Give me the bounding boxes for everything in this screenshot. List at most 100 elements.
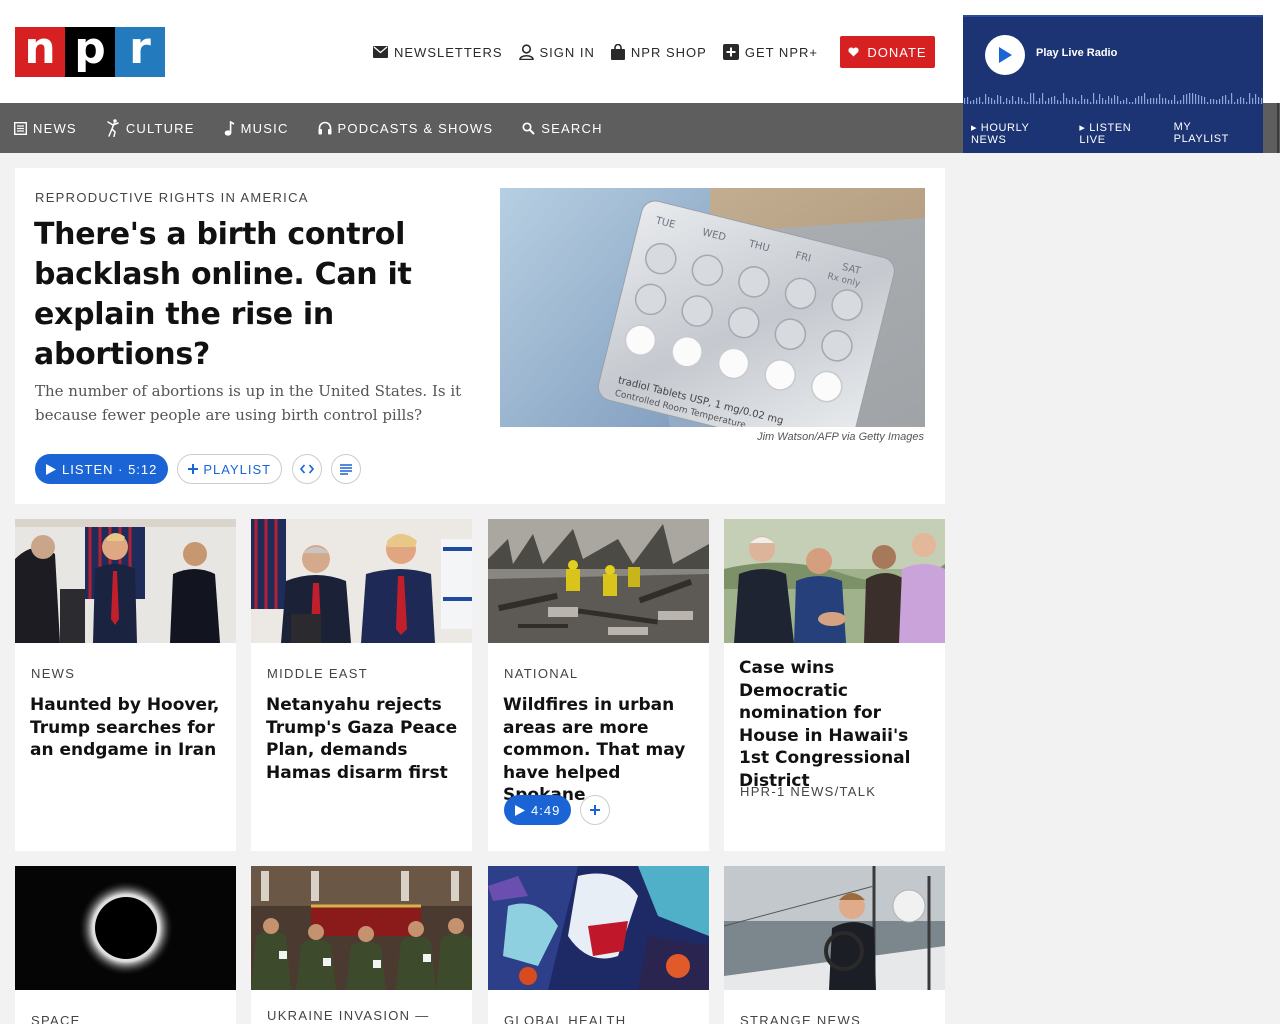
waveform-bar: [1228, 100, 1230, 104]
birth-control-pill-pack-image: TUE WED THU FRI SAT Rx only tradiol Tabl…: [500, 188, 925, 427]
embed-button[interactable]: [292, 454, 323, 484]
waveform-bar: [1087, 99, 1089, 104]
story-card: NEWS Haunted by Hoover, Trump searches f…: [15, 519, 236, 851]
story-card-image[interactable]: [251, 866, 472, 990]
nav-label-news: NEWS: [33, 120, 77, 136]
story-slug[interactable]: REPRODUCTIVE RIGHTS IN AMERICA: [35, 190, 309, 205]
waveform-bar: [1138, 96, 1140, 104]
waveform-bar: [994, 100, 996, 104]
add-to-playlist-button[interactable]: PLAYLIST: [177, 454, 283, 484]
story-card-slug[interactable]: SPACE: [31, 1013, 81, 1024]
npr-shop-link[interactable]: NPR SHOP: [610, 44, 707, 60]
story-card-slug[interactable]: NATIONAL: [504, 666, 578, 681]
waveform-bar: [1249, 93, 1251, 104]
story-card-image[interactable]: [724, 519, 945, 643]
logo-letter-r: r: [115, 27, 165, 77]
sign-in-label: SIGN IN: [539, 44, 595, 60]
nav-item-search[interactable]: SEARCH: [522, 121, 602, 136]
waveform-bar: [1186, 94, 1188, 104]
story-card-slug[interactable]: NEWS: [31, 666, 75, 681]
waveform-bar: [1021, 98, 1023, 104]
my-playlist-link[interactable]: MY PLAYLIST: [1174, 121, 1253, 146]
waveform-bar: [976, 98, 978, 104]
story-card: NATIONAL Wildfires in urban areas are mo…: [488, 519, 709, 851]
waveform-bar: [1036, 101, 1038, 104]
waveform-bar: [1000, 96, 1002, 104]
waveform-bar: [970, 101, 972, 104]
story-card-slug[interactable]: STRANGE NEWS: [740, 1013, 861, 1024]
story-card-image[interactable]: [15, 519, 236, 643]
my-playlist-label: MY PLAYLIST: [1173, 121, 1229, 145]
waveform-bar: [1150, 98, 1152, 104]
story-card-image[interactable]: [488, 519, 709, 643]
waveform-bar: [1237, 99, 1239, 104]
listen-live-link[interactable]: ▸ LISTEN LIVE: [1079, 121, 1163, 146]
sailboat-image: [724, 866, 945, 990]
story-headline[interactable]: There's a birth control backlash online.…: [34, 215, 454, 375]
waveform-bar: [1165, 98, 1167, 104]
abstract-painting-image: [488, 866, 709, 990]
story-card-image[interactable]: [724, 866, 945, 990]
waveform-bar: [1006, 98, 1008, 104]
transcript-button[interactable]: [331, 454, 362, 484]
nav-item-news[interactable]: NEWS: [14, 121, 77, 136]
add-to-playlist-button[interactable]: [580, 795, 611, 825]
story-card-headline[interactable]: Netanyahu rejects Trump's Gaza Peace Pla…: [266, 694, 461, 784]
story-card-image[interactable]: [15, 866, 236, 990]
waveform-bar: [1132, 102, 1134, 104]
utility-links: NEWSLETTERS SIGN IN NPR SHOP GET NPR+: [373, 42, 834, 62]
story-card: Case wins Democratic nomination for Hous…: [724, 519, 945, 851]
story-actions: LISTEN · 5:12 PLAYLIST: [35, 454, 370, 484]
story-card-slug[interactable]: GLOBAL HEALTH: [504, 1013, 626, 1024]
npr-logo[interactable]: n p r: [15, 27, 165, 77]
nav-label-culture: CULTURE: [125, 120, 195, 136]
waveform-bar: [1027, 102, 1029, 104]
story-image[interactable]: TUE WED THU FRI SAT Rx only tradiol Tabl…: [500, 188, 925, 427]
story-card-source[interactable]: HPR-1 NEWS/TALK: [740, 784, 876, 799]
waveform-bar: [1009, 100, 1011, 104]
waveform-bar: [1159, 94, 1161, 104]
get-npr-plus-label: GET NPR+: [744, 44, 818, 60]
waveform-bar: [1096, 100, 1098, 104]
story-card: MIDDLE EAST Netanyahu rejects Trump's Ga…: [251, 519, 472, 851]
story-card-slug[interactable]: UKRAINE INVASION —: [267, 1008, 430, 1023]
waveform-bar: [1063, 93, 1065, 104]
play-icon: [515, 804, 525, 816]
waveform-bar: [988, 97, 990, 104]
waveform-bar: [1042, 93, 1044, 104]
waveform-bar: [1192, 93, 1194, 104]
listen-button[interactable]: LISTEN · 5:12: [35, 454, 169, 484]
listen-button[interactable]: 4:49: [504, 795, 572, 825]
story-card-headline[interactable]: Case wins Democratic nomination for Hous…: [739, 657, 934, 792]
nav-item-music[interactable]: MUSIC: [224, 120, 289, 136]
listen-live-label: LISTEN LIVE: [1079, 122, 1132, 146]
waveform-bar: [1060, 101, 1062, 104]
waveform-bar: [964, 98, 966, 104]
waveform-bar: [1147, 99, 1149, 104]
story-card-image[interactable]: [251, 519, 472, 643]
newsletters-link[interactable]: NEWSLETTERS: [373, 45, 503, 60]
listen-duration: 4:49: [531, 802, 561, 818]
story-card-headline[interactable]: Haunted by Hoover, Trump searches for an…: [30, 694, 225, 762]
waveform-bar: [1225, 95, 1227, 104]
listen-label: LISTEN · 5:12: [62, 461, 158, 477]
waveform-bar: [967, 97, 969, 104]
hourly-news-label: HOURLY NEWS: [971, 122, 1030, 146]
nav-label-music: MUSIC: [240, 120, 289, 136]
nav-item-podcasts-shows[interactable]: PODCASTS & SHOWS: [318, 121, 494, 136]
donate-button[interactable]: DONATE: [840, 36, 935, 68]
get-npr-plus-link[interactable]: GET NPR+: [722, 44, 818, 60]
waveform-bar: [1030, 93, 1032, 104]
sign-in-link[interactable]: SIGN IN: [518, 44, 595, 60]
story-card-image[interactable]: [488, 866, 709, 990]
play-live-radio-label: Play Live Radio: [1036, 47, 1118, 59]
leaders-press-image: [251, 519, 472, 643]
story-card-slug[interactable]: MIDDLE EAST: [267, 666, 368, 681]
waveform-bar: [1024, 101, 1026, 104]
hourly-news-link[interactable]: ▸ HOURLY NEWS: [971, 121, 1069, 146]
story-card-headline[interactable]: Wildfires in urban areas are more common…: [503, 694, 698, 807]
story-teaser: The number of abortions is up in the Uni…: [35, 382, 462, 424]
waveform-bar: [1069, 100, 1071, 104]
nav-item-culture[interactable]: CULTURE: [106, 119, 195, 137]
play-live-radio-button[interactable]: [985, 35, 1025, 75]
